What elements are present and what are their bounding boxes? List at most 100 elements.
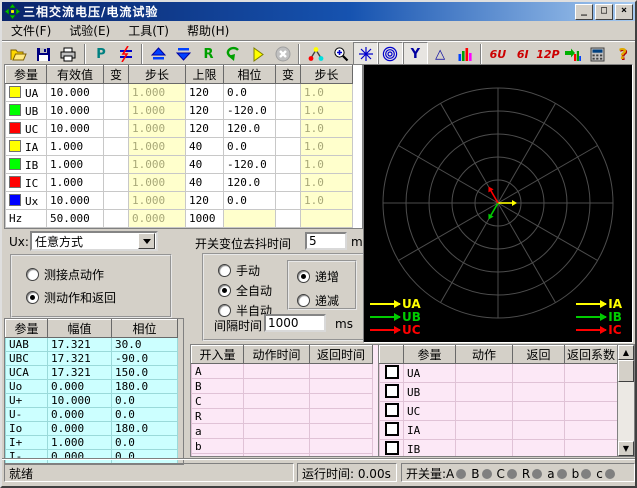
table-row[interactable]: Hz50.0000.0001000 [6, 210, 353, 228]
menu-file[interactable]: 文件(F) [2, 20, 60, 41]
title-bar[interactable]: 三相交流电压/电流试验 _ □ × [2, 2, 635, 21]
chevron-down-icon [143, 239, 151, 244]
legend-arrow-icon [370, 329, 400, 331]
menu-help[interactable]: 帮助(H) [178, 20, 238, 41]
column-header[interactable]: 动作时间 [244, 346, 310, 364]
column-header[interactable]: 变 [104, 66, 129, 84]
table-row[interactable]: UB [380, 383, 618, 402]
column-header[interactable]: 步长 [301, 66, 353, 84]
p12-button[interactable]: 12P [535, 42, 560, 67]
radio-option[interactable]: 全自动 [218, 282, 272, 299]
table-row[interactable]: IA [380, 421, 618, 440]
table-row[interactable]: IB1.0001.00040-120.01.0 [6, 156, 353, 174]
toolbar: P R Y △ 6U 6I 12P ? [2, 40, 635, 67]
column-header[interactable]: 相位 [224, 66, 276, 84]
action-return-table: 参量动作返回返回系数UAUBUCIAIBIC ▲ ▼ [378, 344, 635, 457]
minimize-button[interactable]: _ [575, 4, 593, 20]
bars-view-button[interactable] [453, 42, 478, 67]
u6-button[interactable]: 6U [485, 42, 510, 67]
delta-view-button[interactable]: △ [428, 42, 453, 67]
legend-arrow-icon [576, 316, 606, 318]
calculator-button[interactable] [585, 42, 610, 67]
row-checkbox[interactable] [385, 365, 399, 379]
radio-option[interactable]: 测接点动作 [26, 266, 116, 283]
row-checkbox[interactable] [385, 422, 399, 436]
concentric-circles-icon [382, 46, 398, 62]
start-button[interactable] [246, 42, 271, 67]
row-checkbox[interactable] [385, 384, 399, 398]
radio-option[interactable]: 递减 [297, 292, 339, 309]
table-row[interactable]: IB [380, 440, 618, 458]
row-checkbox[interactable] [385, 403, 399, 417]
radio-option[interactable]: 手动 [218, 262, 272, 279]
switch-label: A [446, 467, 454, 481]
scroll-down-button[interactable]: ▼ [618, 441, 634, 456]
bolt-button[interactable] [113, 42, 138, 67]
table-row: I+1.0000.0 [6, 436, 178, 450]
dropdown-button[interactable] [138, 233, 155, 249]
scrollbar-thumb[interactable] [618, 360, 634, 382]
debounce-input[interactable] [305, 232, 347, 250]
table-row[interactable]: Ux10.0001.0001200.01.0 [6, 192, 353, 210]
column-header[interactable]: 幅值 [48, 320, 112, 338]
polar-view-button[interactable] [378, 42, 403, 67]
ux-mode-select[interactable]: 任意方式 [30, 231, 158, 251]
column-header[interactable]: 参量 [404, 346, 456, 364]
i6-button[interactable]: 6I [510, 42, 535, 67]
legend-arrow-icon [370, 303, 400, 305]
column-header[interactable]: 动作 [456, 346, 513, 364]
decrease-button[interactable] [171, 42, 196, 67]
table-row: U-0.0000.0 [6, 408, 178, 422]
column-header[interactable]: 上限 [186, 66, 224, 84]
column-header[interactable]: 参量 [6, 66, 47, 84]
save-button[interactable] [31, 42, 56, 67]
interval-input[interactable] [264, 314, 326, 332]
table-row[interactable]: UA [380, 364, 618, 383]
table-row: UAB17.32130.0 [6, 338, 178, 352]
table-row[interactable]: IA1.0001.000400.01.0 [6, 138, 353, 156]
column-header[interactable]: 返回时间 [310, 346, 373, 364]
radio-option[interactable]: 递增 [297, 268, 339, 285]
save-floppy-icon [36, 47, 51, 62]
table-row[interactable]: UC10.0001.000120120.01.0 [6, 120, 353, 138]
table-row[interactable]: IC1.0001.00040120.01.0 [6, 174, 353, 192]
open-button[interactable] [6, 42, 31, 67]
wye-view-button[interactable]: Y [403, 42, 428, 67]
undo-button[interactable] [221, 42, 246, 67]
menu-test[interactable]: 试验(E) [60, 20, 119, 41]
column-header[interactable] [380, 346, 404, 364]
toolbar-separator [84, 44, 86, 64]
vector-node-button[interactable] [303, 42, 328, 67]
close-button[interactable]: × [615, 4, 633, 20]
zoom-button[interactable] [328, 42, 353, 67]
output-button[interactable] [561, 42, 586, 67]
vertical-scrollbar[interactable]: ▲ ▼ [617, 345, 634, 456]
rays-view-button[interactable] [353, 42, 378, 67]
p-button[interactable]: P [89, 42, 114, 67]
table-row[interactable]: UA10.0001.0001200.01.0 [6, 84, 353, 102]
column-header[interactable]: 开入量 [192, 346, 244, 364]
column-header[interactable]: 变 [276, 66, 301, 84]
column-header[interactable]: 相位 [112, 320, 178, 338]
reset-button[interactable]: R [196, 42, 221, 67]
table-row[interactable]: UB10.0001.000120-120.01.0 [6, 102, 353, 120]
column-header[interactable]: 步长 [129, 66, 186, 84]
color-swatch [9, 158, 21, 170]
column-header[interactable]: 返回系数 [565, 346, 618, 364]
row-checkbox[interactable] [385, 441, 399, 455]
print-button[interactable] [56, 42, 81, 67]
maximize-button[interactable]: □ [595, 4, 613, 20]
menu-tools[interactable]: 工具(T) [119, 20, 178, 41]
increase-button[interactable] [146, 42, 171, 67]
legend-label: IC [608, 323, 621, 337]
column-header[interactable]: 返回 [513, 346, 565, 364]
column-header[interactable]: 参量 [6, 320, 48, 338]
scroll-up-button[interactable]: ▲ [618, 345, 634, 360]
switch-indicator [532, 469, 542, 479]
help-button[interactable]: ? [610, 42, 635, 67]
table-row[interactable]: UC [380, 402, 618, 421]
radio-option[interactable]: 测动作和返回 [26, 289, 116, 306]
direction-group: 递增递减 [287, 260, 357, 310]
column-header[interactable]: 有效值 [47, 66, 104, 84]
stop-button[interactable] [271, 42, 296, 67]
